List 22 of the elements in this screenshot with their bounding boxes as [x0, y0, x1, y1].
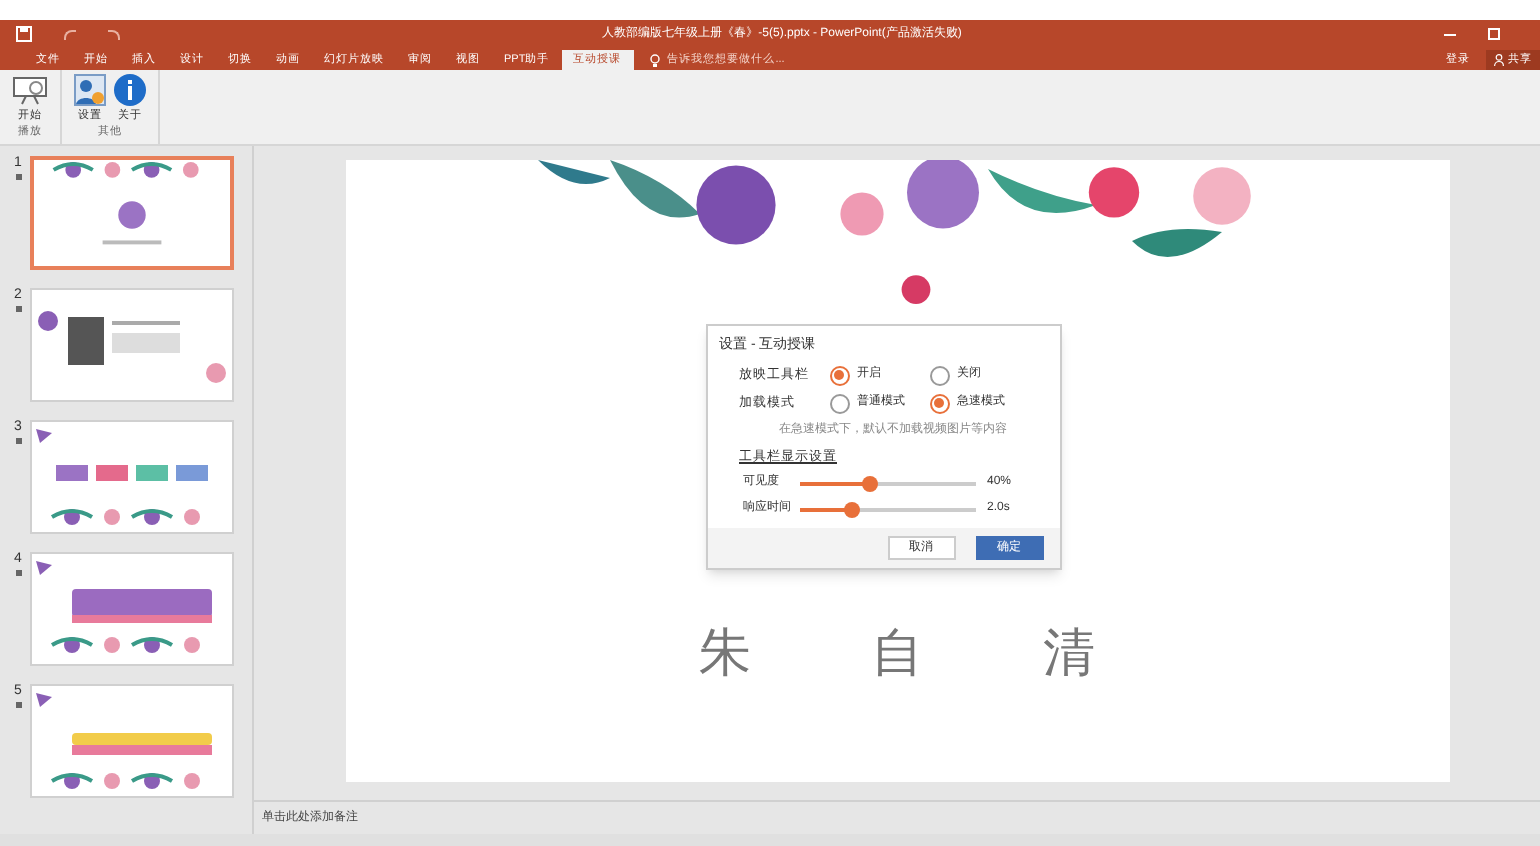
user-gear-icon — [74, 74, 106, 106]
person-icon — [1494, 54, 1504, 66]
projector-icon — [12, 74, 48, 106]
slider-thumb[interactable] — [861, 475, 878, 492]
animation-icon — [15, 306, 21, 312]
slider-thumb[interactable] — [843, 501, 860, 518]
minimize-icon[interactable] — [1444, 33, 1456, 35]
lightbulb-icon — [649, 53, 660, 67]
save-icon[interactable] — [16, 26, 32, 42]
animation-icon — [15, 570, 21, 576]
author-character: 自 — [871, 620, 923, 686]
slider-track[interactable] — [799, 507, 975, 512]
author-character: 清 — [1043, 620, 1095, 686]
redo-icon[interactable] — [108, 29, 120, 39]
maximize-icon[interactable] — [1488, 28, 1500, 40]
animation-icon — [15, 702, 21, 708]
animation-icon — [15, 174, 21, 180]
info-icon — [114, 74, 146, 106]
author-character: 朱 — [699, 620, 751, 686]
animation-icon — [15, 438, 21, 444]
undo-icon[interactable] — [64, 29, 76, 39]
slider-track[interactable] — [799, 481, 975, 486]
